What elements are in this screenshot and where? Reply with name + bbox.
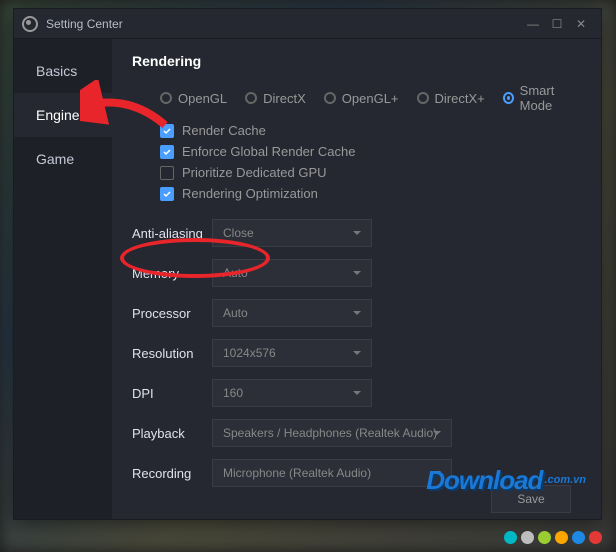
check-prioritize-gpu[interactable]: Prioritize Dedicated GPU <box>160 165 581 180</box>
minimize-button[interactable]: — <box>521 12 545 36</box>
settings-window: Setting Center — ☐ ✕ Basics Engine Game … <box>13 8 602 520</box>
row-resolution: Resolution 1024x576 <box>132 339 581 367</box>
dropdown-resolution[interactable]: 1024x576 <box>212 339 372 367</box>
window-titlebar: Setting Center — ☐ ✕ <box>14 9 601 39</box>
dot <box>538 531 551 544</box>
dot <box>572 531 585 544</box>
dot <box>504 531 517 544</box>
chevron-down-icon <box>353 391 361 395</box>
radio-opengl[interactable]: OpenGL <box>160 83 227 113</box>
radio-icon <box>503 92 514 104</box>
chevron-down-icon <box>353 311 361 315</box>
label-dpi: DPI <box>132 386 212 401</box>
radio-directx[interactable]: DirectX <box>245 83 306 113</box>
row-recording: Recording Microphone (Realtek Audio) <box>132 459 581 487</box>
row-antialiasing: Anti-aliasing Close <box>132 219 581 247</box>
dot <box>589 531 602 544</box>
window-title: Setting Center <box>46 17 123 31</box>
dropdown-antialiasing[interactable]: Close <box>212 219 372 247</box>
dropdown-playback[interactable]: Speakers / Headphones (Realtek Audio) <box>212 419 452 447</box>
chevron-down-icon <box>433 431 441 435</box>
label-antialiasing: Anti-aliasing <box>132 226 212 241</box>
checkbox-icon <box>160 187 174 201</box>
radio-icon <box>417 92 429 104</box>
save-button[interactable]: Save <box>491 485 571 513</box>
check-render-opt[interactable]: Rendering Optimization <box>160 186 581 201</box>
sidebar-item-engine[interactable]: Engine <box>14 93 112 137</box>
row-memory: Memory Auto <box>132 259 581 287</box>
app-logo-icon <box>22 16 38 32</box>
chevron-down-icon <box>353 231 361 235</box>
radio-smart[interactable]: Smart Mode <box>503 83 581 113</box>
dropdown-memory[interactable]: Auto <box>212 259 372 287</box>
dropdown-dpi[interactable]: 160 <box>212 379 372 407</box>
render-mode-row: OpenGL DirectX OpenGL+ DirectX+ Smart Mo… <box>160 83 581 113</box>
dot <box>521 531 534 544</box>
dot <box>555 531 568 544</box>
close-button[interactable]: ✕ <box>569 12 593 36</box>
chevron-down-icon <box>433 471 441 475</box>
window-content: Basics Engine Game Rendering OpenGL Dire… <box>14 39 601 519</box>
radio-icon <box>160 92 172 104</box>
dropdown-processor[interactable]: Auto <box>212 299 372 327</box>
checkbox-icon <box>160 124 174 138</box>
label-processor: Processor <box>132 306 212 321</box>
section-title: Rendering <box>132 53 581 69</box>
radio-openglplus[interactable]: OpenGL+ <box>324 83 399 113</box>
label-playback: Playback <box>132 426 212 441</box>
label-resolution: Resolution <box>132 346 212 361</box>
checkbox-icon <box>160 166 174 180</box>
row-dpi: DPI 160 <box>132 379 581 407</box>
color-dots <box>504 531 602 544</box>
dropdown-recording[interactable]: Microphone (Realtek Audio) <box>212 459 452 487</box>
row-playback: Playback Speakers / Headphones (Realtek … <box>132 419 581 447</box>
row-processor: Processor Auto <box>132 299 581 327</box>
check-render-cache[interactable]: Render Cache <box>160 123 581 138</box>
label-recording: Recording <box>132 466 212 481</box>
radio-icon <box>324 92 336 104</box>
sidebar: Basics Engine Game <box>14 39 112 519</box>
settings-panel: Rendering OpenGL DirectX OpenGL+ DirectX… <box>112 39 601 519</box>
chevron-down-icon <box>353 351 361 355</box>
maximize-button[interactable]: ☐ <box>545 12 569 36</box>
radio-directxplus[interactable]: DirectX+ <box>417 83 485 113</box>
form-rows: Anti-aliasing Close Memory Auto Processo… <box>132 219 581 487</box>
check-enforce-global[interactable]: Enforce Global Render Cache <box>160 144 581 159</box>
sidebar-item-game[interactable]: Game <box>14 137 112 181</box>
label-memory: Memory <box>132 266 212 281</box>
sidebar-item-basics[interactable]: Basics <box>14 49 112 93</box>
chevron-down-icon <box>353 271 361 275</box>
checkbox-icon <box>160 145 174 159</box>
radio-icon <box>245 92 257 104</box>
